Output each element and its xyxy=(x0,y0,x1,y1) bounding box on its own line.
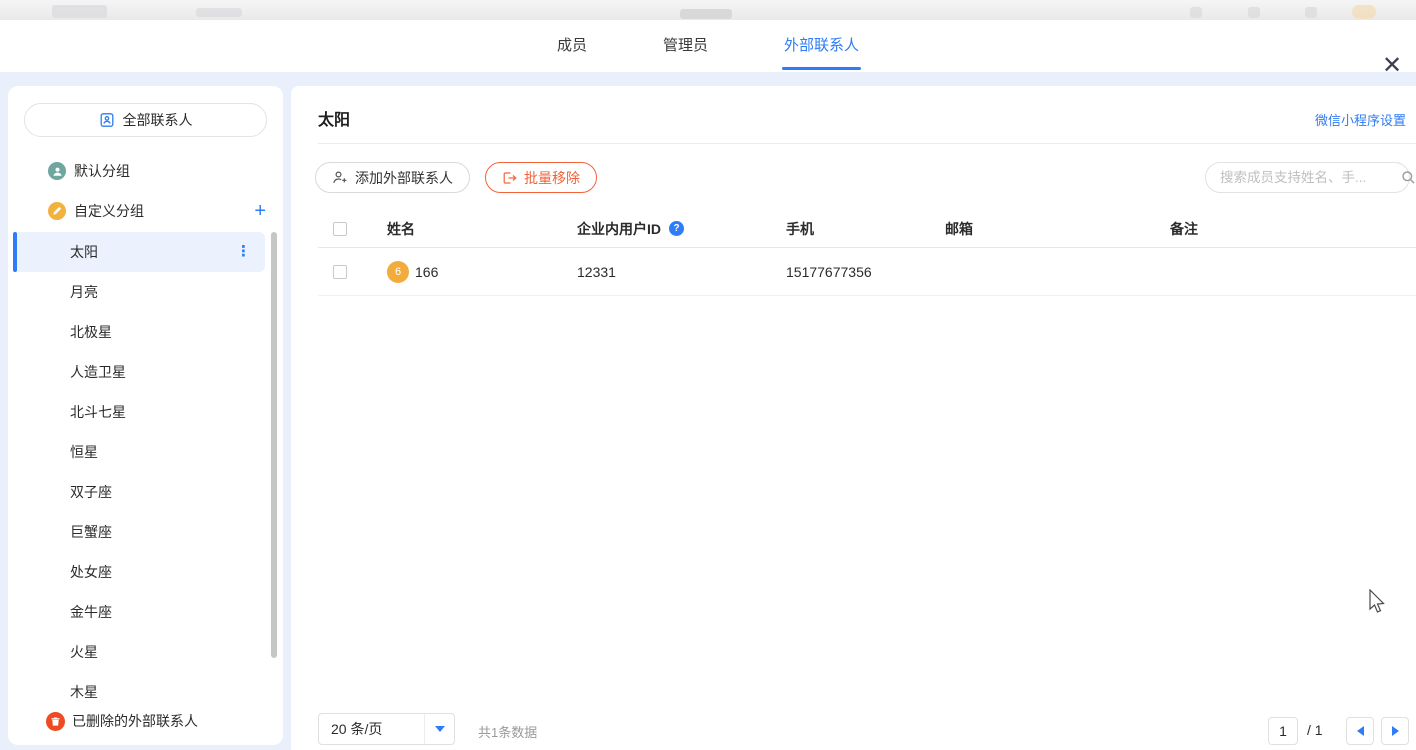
next-page-button[interactable] xyxy=(1381,717,1409,745)
sidebar: 全部联系人 默认分组 自定义分组 + 太阳 ⋮ 月亮 北极星 人造卫星 北斗七星… xyxy=(8,86,283,745)
person-icon xyxy=(48,162,66,180)
main-panel: 太阳 微信小程序设置 添加外部联系人 批量移除 xyxy=(291,86,1416,750)
sidebar-item-deleted-contacts[interactable]: 已删除的外部联系人 xyxy=(8,704,283,738)
contact-name: 166 xyxy=(415,264,438,280)
search-box xyxy=(1205,162,1410,193)
group-item-taiyang[interactable]: 太阳 ⋮ xyxy=(13,232,265,272)
group-item-label: 月亮 xyxy=(70,284,98,300)
tab-members-label: 成员 xyxy=(557,37,587,54)
group-item-label: 巨蟹座 xyxy=(70,524,112,540)
add-external-contact-label: 添加外部联系人 xyxy=(355,168,453,188)
group-item-label: 北斗七星 xyxy=(70,404,126,420)
batch-remove-button[interactable]: 批量移除 xyxy=(485,162,597,193)
group-item-label: 人造卫星 xyxy=(70,364,126,380)
person-add-icon xyxy=(332,170,348,185)
add-external-contact-button[interactable]: 添加外部联系人 xyxy=(315,162,470,193)
divider xyxy=(318,143,1416,144)
pencil-icon xyxy=(48,202,66,220)
dimmed-background-artifact xyxy=(1190,7,1202,18)
group-item-label: 处女座 xyxy=(70,564,112,580)
tab-admins[interactable]: 管理员 xyxy=(663,20,708,72)
arrow-right-icon xyxy=(1392,726,1399,736)
dimmed-background-artifact xyxy=(1248,7,1260,18)
deleted-contacts-label: 已删除的外部联系人 xyxy=(72,711,198,731)
group-item-label: 木星 xyxy=(70,684,98,700)
dimmed-background-artifact xyxy=(680,9,732,19)
select-all-checkbox[interactable] xyxy=(333,222,347,236)
active-tab-underline xyxy=(782,67,861,70)
page-title: 太阳 xyxy=(318,106,350,130)
group-item-label: 金牛座 xyxy=(70,604,112,620)
contact-book-icon xyxy=(99,112,115,128)
tab-external-contacts[interactable]: 外部联系人 xyxy=(784,20,859,72)
group-item-label: 双子座 xyxy=(70,484,112,500)
dimmed-background-strip xyxy=(0,0,1416,20)
close-icon[interactable]: ✕ xyxy=(1374,48,1410,84)
group-item-chunvzuo[interactable]: 处女座 xyxy=(8,552,283,592)
group-item-label: 火星 xyxy=(70,644,98,660)
total-pages-text: / 1 xyxy=(1307,722,1323,738)
arrow-left-icon xyxy=(1357,726,1364,736)
avatar: 6 xyxy=(387,261,409,283)
all-contacts-button[interactable]: 全部联系人 xyxy=(24,103,267,137)
cell-name: 6 166 xyxy=(364,261,554,283)
custom-group-label: 自定义分组 xyxy=(74,201,144,221)
tab-admins-label: 管理员 xyxy=(663,37,708,54)
sidebar-scrollbar[interactable] xyxy=(271,232,277,658)
group-item-hengxing[interactable]: 恒星 xyxy=(8,432,283,472)
tab-members[interactable]: 成员 xyxy=(557,20,587,72)
group-item-label: 太阳 xyxy=(70,244,98,260)
column-header-phone: 手机 xyxy=(763,219,922,239)
remove-export-icon xyxy=(502,171,517,185)
group-item-beidouqixing[interactable]: 北斗七星 xyxy=(8,392,283,432)
group-item-huoxing[interactable]: 火星 xyxy=(8,632,283,672)
batch-remove-label: 批量移除 xyxy=(524,168,580,188)
group-list: 太阳 ⋮ 月亮 北极星 人造卫星 北斗七星 恒星 双子座 巨蟹座 处女座 金牛座… xyxy=(8,232,283,712)
group-item-renzaoweixing[interactable]: 人造卫星 xyxy=(8,352,283,392)
group-item-jinniuzuo[interactable]: 金牛座 xyxy=(8,592,283,632)
cell-userid: 12331 xyxy=(554,264,763,280)
trash-icon xyxy=(46,712,65,731)
help-icon[interactable]: ? xyxy=(669,221,684,236)
sidebar-item-custom-group[interactable]: 自定义分组 + xyxy=(8,194,283,228)
group-item-yueliang[interactable]: 月亮 xyxy=(8,272,283,312)
row-checkbox[interactable] xyxy=(333,265,347,279)
dimmed-background-artifact xyxy=(196,8,242,17)
group-item-label: 恒星 xyxy=(70,444,98,460)
table-row[interactable]: 6 166 12331 15177677356 xyxy=(318,248,1416,296)
sidebar-item-default-group[interactable]: 默认分组 xyxy=(8,154,283,188)
all-contacts-label: 全部联系人 xyxy=(123,110,193,130)
cell-phone: 15177677356 xyxy=(763,264,922,280)
default-group-label: 默认分组 xyxy=(74,161,130,181)
search-icon[interactable] xyxy=(1401,170,1416,185)
table-header-row: 姓名 企业内用户ID ? 手机 邮箱 备注 xyxy=(318,210,1416,248)
tab-bar: 成员 管理员 外部联系人 xyxy=(557,20,859,72)
search-input[interactable] xyxy=(1206,170,1401,185)
tab-external-contacts-label: 外部联系人 xyxy=(784,37,859,54)
dimmed-background-artifact xyxy=(1305,7,1317,18)
group-item-beijixing[interactable]: 北极星 xyxy=(8,312,283,352)
dimmed-background-artifact xyxy=(1352,5,1376,19)
column-header-remark: 备注 xyxy=(1147,219,1416,239)
group-item-shuangzizuo[interactable]: 双子座 xyxy=(8,472,283,512)
total-count-text: 共1条数据 xyxy=(478,722,537,741)
group-item-juxiezuo[interactable]: 巨蟹座 xyxy=(8,512,283,552)
column-header-name: 姓名 xyxy=(364,219,554,239)
page-size-select[interactable]: 20 条/页 xyxy=(318,713,455,745)
current-page-box[interactable]: 1 xyxy=(1268,717,1298,745)
contacts-table: 姓名 企业内用户ID ? 手机 邮箱 备注 6 166 12331 151776… xyxy=(318,210,1416,296)
wechat-miniprogram-settings-link[interactable]: 微信小程序设置 xyxy=(1315,110,1406,129)
group-item-label: 北极星 xyxy=(70,324,112,340)
column-header-userid: 企业内用户ID ? xyxy=(554,219,763,239)
dimmed-background-artifact xyxy=(52,5,107,18)
more-options-icon[interactable]: ⋮ xyxy=(236,232,251,272)
add-group-icon[interactable]: + xyxy=(254,202,266,220)
previous-page-button[interactable] xyxy=(1346,717,1374,745)
dialog-header: 成员 管理员 外部联系人 ✕ xyxy=(0,20,1416,72)
page-size-value: 20 条/页 xyxy=(319,719,424,739)
chevron-down-icon xyxy=(424,714,454,744)
column-header-email: 邮箱 xyxy=(922,219,1147,239)
